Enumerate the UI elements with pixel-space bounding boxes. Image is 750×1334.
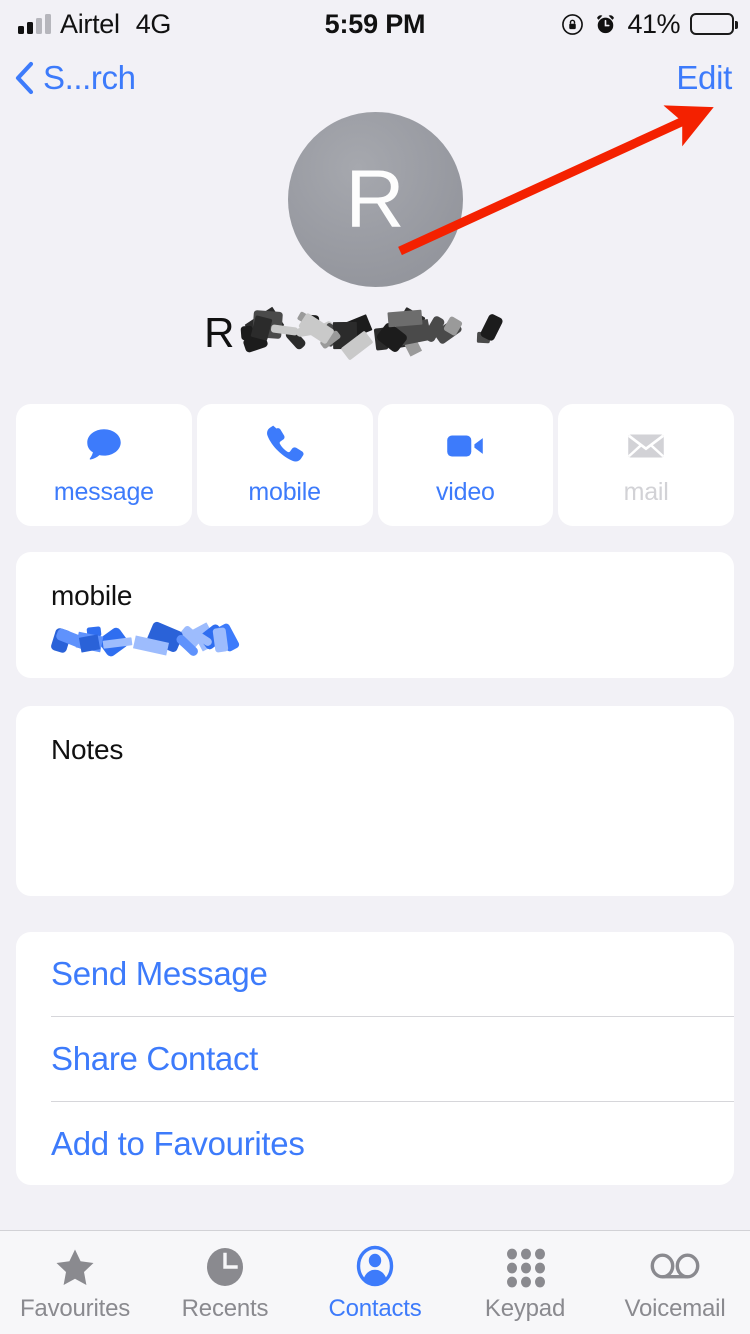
navigation-bar: S...rch Edit bbox=[0, 48, 750, 108]
battery-icon bbox=[690, 13, 738, 35]
contact-detail-screen: Airtel 4G 5:59 PM 41% S...rch Edit R R m… bbox=[0, 0, 750, 1334]
quick-action-label: video bbox=[435, 478, 495, 506]
phone-handset-icon bbox=[262, 423, 308, 469]
quick-action-video[interactable]: video bbox=[377, 404, 554, 526]
action-item-send-message[interactable]: Send Message bbox=[16, 932, 734, 1016]
action-item-add-to-favourites[interactable]: Add to Favourites bbox=[16, 1102, 734, 1186]
envelope-icon bbox=[623, 423, 669, 469]
contact-name-initial: R bbox=[204, 309, 234, 356]
tab-label: Voicemail bbox=[624, 1294, 726, 1322]
clock-icon bbox=[203, 1243, 247, 1289]
quick-action-mobile[interactable]: mobile bbox=[196, 404, 373, 526]
phone-field-card[interactable]: mobile bbox=[16, 552, 734, 678]
contact-name-redacted bbox=[236, 306, 546, 361]
notes-card[interactable]: Notes bbox=[16, 706, 734, 896]
quick-action-row: message mobile video mail bbox=[16, 404, 734, 526]
contact-action-list: Send Message Share Contact Add to Favourit… bbox=[16, 932, 734, 1185]
quick-action-label: mail bbox=[623, 478, 669, 506]
video-camera-icon bbox=[442, 423, 488, 469]
chevron-left-icon bbox=[14, 61, 34, 95]
tab-label: Contacts bbox=[328, 1294, 422, 1322]
avatar-initial: R bbox=[345, 153, 405, 245]
tab-label: Favourites bbox=[19, 1294, 131, 1322]
quick-action-mail: mail bbox=[558, 404, 734, 526]
tab-voicemail[interactable]: Voicemail bbox=[600, 1231, 750, 1334]
phone-number-redacted[interactable] bbox=[49, 620, 371, 659]
quick-action-label: mobile bbox=[248, 478, 321, 506]
rotation-lock-icon bbox=[561, 13, 584, 36]
contact-name: R bbox=[0, 306, 750, 361]
notes-value[interactable] bbox=[51, 778, 371, 812]
quick-action-label: message bbox=[53, 478, 154, 506]
edit-button[interactable]: Edit bbox=[676, 48, 732, 108]
status-bar-right: 41% bbox=[561, 0, 738, 48]
alarm-clock-icon bbox=[594, 12, 617, 36]
back-button-label: S...rch bbox=[43, 59, 136, 96]
tab-bar: Favourites Recents Contacts Keypad Voicem… bbox=[0, 1230, 750, 1334]
quick-action-message[interactable]: message bbox=[16, 404, 192, 526]
message-bubble-icon bbox=[81, 423, 127, 469]
tab-contacts[interactable]: Contacts bbox=[300, 1231, 450, 1334]
person-circle-icon bbox=[353, 1243, 397, 1289]
tab-keypad[interactable]: Keypad bbox=[450, 1231, 600, 1334]
tab-favourites[interactable]: Favourites bbox=[0, 1231, 150, 1334]
star-icon bbox=[53, 1243, 97, 1289]
action-item-share-contact[interactable]: Share Contact bbox=[16, 1017, 734, 1101]
tab-label: Keypad bbox=[484, 1294, 566, 1322]
avatar[interactable]: R bbox=[287, 112, 463, 287]
voicemail-icon bbox=[650, 1243, 700, 1289]
contact-header: R R bbox=[0, 112, 750, 361]
edit-button-label: Edit bbox=[676, 59, 732, 96]
back-button[interactable]: S...rch bbox=[14, 48, 136, 108]
keypad-dots-icon bbox=[505, 1243, 545, 1289]
notes-label: Notes bbox=[51, 734, 124, 765]
tab-label: Recents bbox=[181, 1294, 269, 1322]
phone-field-label: mobile bbox=[51, 580, 133, 611]
status-bar: Airtel 4G 5:59 PM 41% bbox=[0, 0, 750, 48]
battery-percent-label: 41% bbox=[627, 8, 680, 39]
tab-recents[interactable]: Recents bbox=[150, 1231, 300, 1334]
